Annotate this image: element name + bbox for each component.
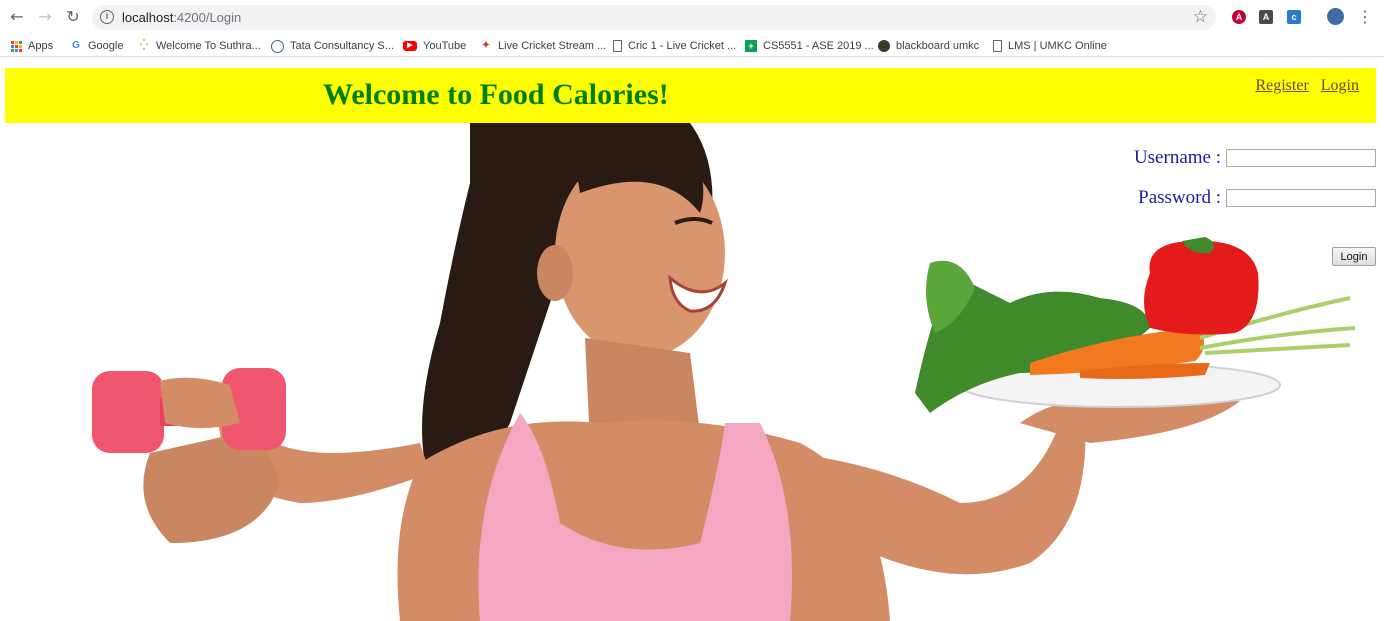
- angular-extension-icon[interactable]: A: [1232, 10, 1246, 24]
- tcs-icon: [271, 39, 284, 53]
- browser-toolbar: ← → ↻ i localhost:4200/Login ☆ A A c ⋮: [0, 0, 1384, 35]
- register-link[interactable]: Register: [1255, 77, 1308, 94]
- reload-icon[interactable]: ↻: [62, 6, 84, 28]
- url-text: localhost:4200/Login: [122, 10, 242, 25]
- bookmark-apps[interactable]: Apps: [11, 38, 53, 54]
- back-arrow-icon[interactable]: ←: [6, 6, 28, 28]
- apps-grid-icon: [11, 40, 22, 52]
- c-extension-icon[interactable]: c: [1287, 10, 1301, 24]
- login-link[interactable]: Login: [1321, 77, 1359, 94]
- page-icon: [613, 40, 622, 52]
- page-title: Welcome to Food Calories!: [323, 78, 669, 111]
- bookmark-star-icon[interactable]: ☆: [1193, 7, 1208, 27]
- forward-arrow-icon[interactable]: →: [34, 6, 56, 28]
- sheets-icon: +: [745, 40, 757, 52]
- bookmark-google[interactable]: G Google: [70, 38, 123, 54]
- menu-dots-icon[interactable]: ⋮: [1357, 7, 1373, 26]
- blackboard-icon: [878, 40, 890, 52]
- bookmark-suthra[interactable]: ⁛ Welcome To Suthra...: [138, 38, 261, 54]
- page-icon: [993, 40, 1002, 52]
- info-icon[interactable]: i: [100, 10, 114, 24]
- youtube-icon: ▶: [403, 41, 417, 51]
- login-submit-button[interactable]: Login: [1332, 247, 1376, 266]
- password-input[interactable]: [1226, 189, 1376, 207]
- bookmark-cs5551[interactable]: + CS5551 - ASE 2019 ...: [745, 38, 874, 54]
- bookmark-cric1[interactable]: Cric 1 - Live Cricket ...: [613, 38, 736, 54]
- a-extension-icon[interactable]: A: [1259, 10, 1273, 24]
- address-bar[interactable]: i localhost:4200/Login ☆: [92, 5, 1216, 30]
- loading-icon: ⁛: [140, 40, 148, 51]
- cricket-icon: ✦: [481, 40, 491, 51]
- username-label: Username :: [1133, 147, 1221, 168]
- bookmark-youtube[interactable]: ▶ YouTube: [403, 38, 466, 54]
- username-input[interactable]: [1226, 149, 1376, 167]
- password-row: Password :: [1138, 187, 1376, 208]
- password-label: Password :: [1138, 187, 1221, 208]
- bookmark-live-cricket[interactable]: ✦ Live Cricket Stream ...: [480, 38, 606, 54]
- google-icon: G: [72, 40, 80, 51]
- bookmark-blackboard[interactable]: blackboard umkc: [878, 38, 979, 54]
- username-row: Username :: [1133, 147, 1376, 168]
- bookmark-tcs[interactable]: Tata Consultancy S...: [271, 38, 394, 54]
- profile-avatar[interactable]: [1327, 8, 1344, 25]
- header-links: Register Login: [1247, 77, 1359, 95]
- site-header: Welcome to Food Calories! Register Login: [5, 68, 1376, 123]
- bookmarks-bar: Apps G Google ⁛ Welcome To Suthra... Tat…: [0, 35, 1384, 57]
- page-content: Welcome to Food Calories! Register Login: [0, 58, 1384, 621]
- bookmark-lms[interactable]: LMS | UMKC Online: [993, 38, 1107, 54]
